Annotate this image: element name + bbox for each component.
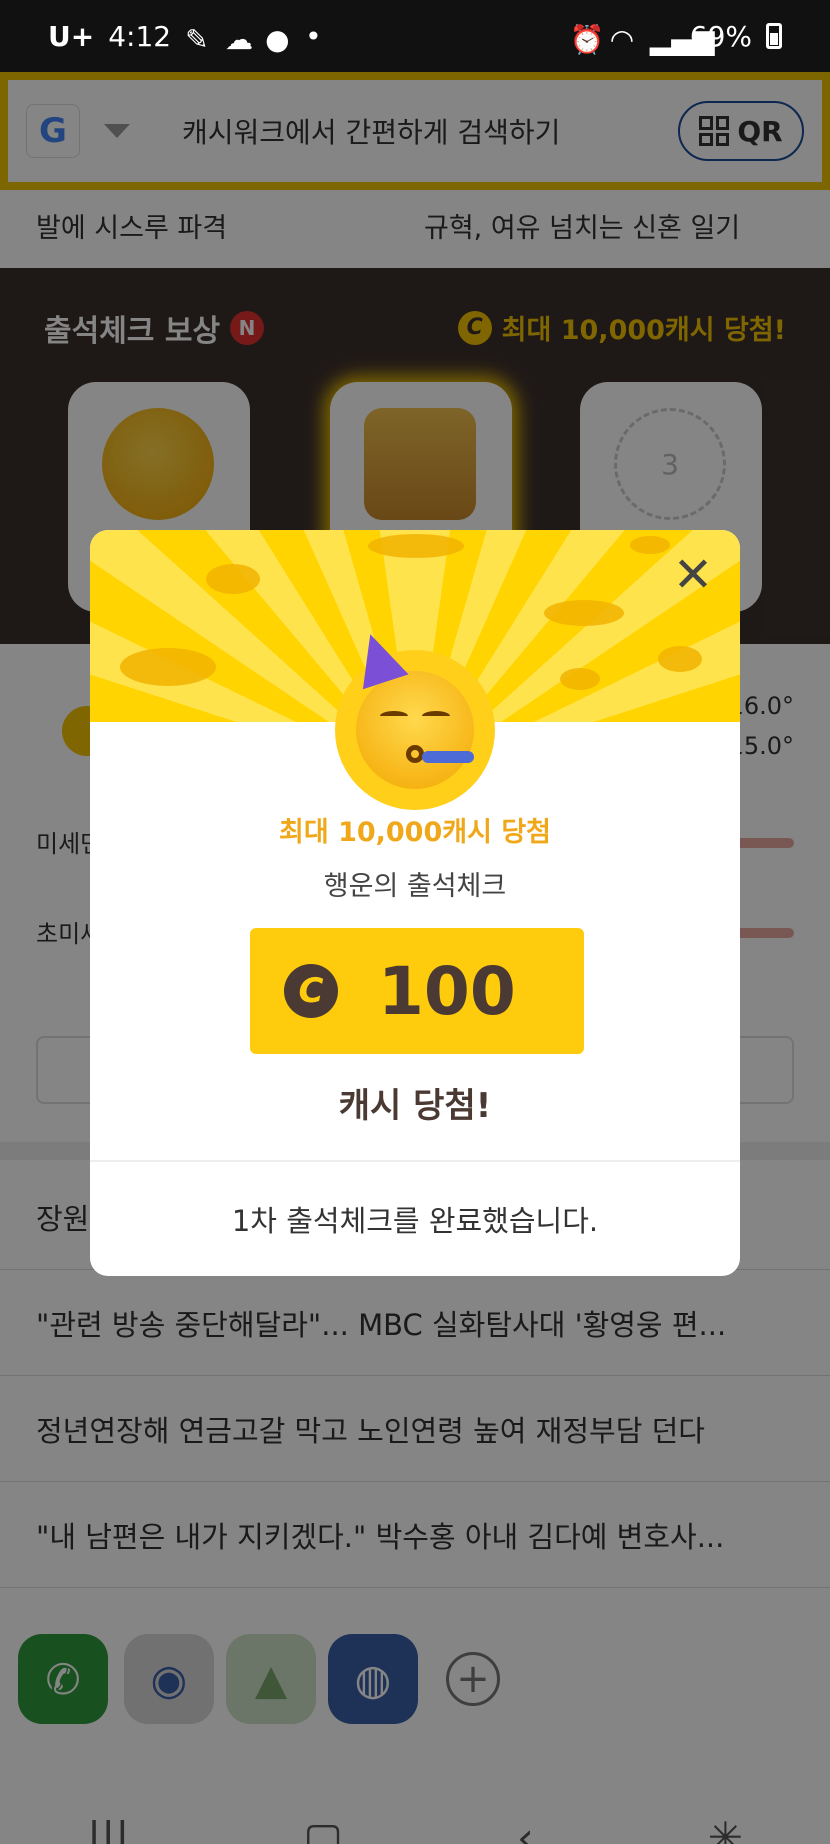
lock-app-icon: ● <box>265 23 290 56</box>
battery-icon <box>766 23 782 49</box>
party-emoji-icon <box>335 626 495 810</box>
coin-decoration-icon <box>368 534 464 558</box>
modal-divider <box>90 1160 740 1162</box>
coin-decoration-icon <box>658 646 702 672</box>
coin-decoration-icon <box>120 648 216 686</box>
battery-percent: 69% <box>689 19 752 53</box>
modal-subtitle: 행운의 출석체크 <box>323 871 507 902</box>
more-notifications-icon: • <box>305 19 322 53</box>
coin-decoration-icon <box>630 536 670 554</box>
coin-decoration-icon <box>206 564 260 594</box>
notification-icon: ✎ <box>185 23 209 56</box>
reward-amount-box: C 100 <box>250 928 584 1054</box>
close-icon[interactable]: ✕ <box>668 550 718 600</box>
cloud-icon: ☁ <box>225 23 254 56</box>
modal-headline: 최대 10,000캐시 당첨 <box>278 817 552 848</box>
cash-coin-icon: C <box>284 964 338 1018</box>
win-text: 캐시 당첨! <box>338 1086 492 1126</box>
status-bar: U+ 4:12 ✎ ☁ ● • ⏰ ◠ ▂▄▆ 69% <box>0 0 830 72</box>
carrier-label: U+ <box>48 19 95 53</box>
clock: 4:12 <box>108 19 172 53</box>
reward-amount: 100 <box>378 952 516 1030</box>
modal-footer-message: 1차 출석체크를 완료했습니다. <box>231 1204 599 1238</box>
alarm-icon: ⏰ <box>569 23 605 56</box>
reward-modal: ✕ 최대 10,000캐시 당첨 행운의 출석체크 C 100 캐시 당첨! 1… <box>90 530 740 1276</box>
wifi-icon: ◠ <box>609 23 635 56</box>
signal-icon: ▂▄▆ <box>649 23 715 56</box>
coin-decoration-icon <box>544 600 624 626</box>
coin-decoration-icon <box>560 668 600 690</box>
